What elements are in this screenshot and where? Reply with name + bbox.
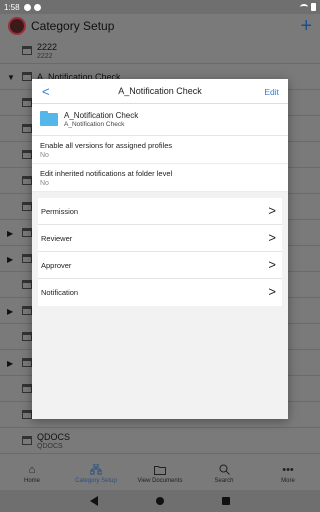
nav-view-documents[interactable]: View Documents [128, 458, 192, 490]
chevron-right-icon: > [268, 284, 276, 299]
category-name: QDOCS [37, 432, 71, 442]
property-edit-inherited-notifications: Edit inherited notifications at folder l… [32, 164, 288, 192]
property-enable-all-versions: Enable all versions for assigned profile… [32, 136, 288, 164]
nav-row-label: Permission [41, 207, 79, 216]
expand-right-icon[interactable]: ▶ [7, 307, 13, 316]
app-logo [8, 17, 26, 35]
expand-right-icon[interactable]: ▶ [7, 255, 13, 264]
settings-nav-list: Permission > Reviewer > Approver > Notif… [38, 198, 282, 306]
nav-label: Home [23, 478, 40, 484]
page-title: Category Setup [31, 19, 115, 33]
category-row[interactable]: 2222 2222 [0, 38, 320, 64]
chevron-right-icon: > [268, 230, 276, 245]
more-icon: ••• [282, 463, 294, 476]
folder-outline-icon [22, 72, 32, 81]
folder-outline-icon [22, 150, 32, 159]
folder-outline-icon [22, 280, 32, 289]
expand-right-icon[interactable]: ▶ [7, 229, 13, 238]
dialog-header: < A_Notification Check Edit [32, 79, 288, 104]
nav-home[interactable]: ⌂ Home [0, 458, 64, 490]
folder-outline-icon [22, 176, 32, 185]
home-icon: ⌂ [28, 463, 36, 476]
expand-down-icon[interactable]: ▼ [7, 73, 15, 82]
category-name: 2222 [37, 42, 58, 52]
nav-row-permission[interactable]: Permission > [38, 198, 282, 225]
folder-outline-icon [22, 332, 32, 341]
edit-button[interactable]: Edit [264, 87, 279, 97]
nav-label: Category Setup [75, 478, 117, 484]
folder-outline-icon [22, 202, 32, 211]
system-back-icon[interactable] [90, 496, 98, 506]
folder-subtitle: A_Notification Check [64, 121, 125, 128]
property-label: Edit inherited notifications at folder l… [40, 169, 173, 178]
category-code: 2222 [37, 53, 53, 60]
back-button[interactable]: < [42, 84, 50, 99]
nav-label: Search [214, 478, 234, 484]
nav-row-label: Reviewer [41, 234, 73, 243]
folder-outline-icon [22, 228, 32, 237]
nav-row-reviewer[interactable]: Reviewer > [38, 225, 282, 252]
app-bar: Category Setup + [0, 14, 320, 38]
property-value: No [40, 180, 49, 187]
property-label: Enable all versions for assigned profile… [40, 141, 173, 150]
system-nav-bar [0, 490, 320, 512]
category-code: QDOCS [37, 443, 63, 450]
chevron-right-icon: > [268, 257, 276, 272]
folder-outline-icon [22, 358, 32, 367]
folder-outline-icon [22, 384, 32, 393]
nav-row-notification[interactable]: Notification > [38, 279, 282, 306]
folder-outline-icon [22, 98, 32, 107]
search-icon [218, 464, 230, 475]
folder-outline-icon [22, 46, 32, 55]
system-recents-icon[interactable] [222, 497, 230, 505]
category-icon [90, 464, 102, 475]
bottom-nav: ⌂ Home Category Setup View Documents Sea… [0, 458, 320, 490]
nav-label: View Documents [137, 478, 183, 484]
nav-label: More [281, 478, 295, 484]
nav-category-setup[interactable]: Category Setup [64, 458, 128, 490]
battery-icon [311, 3, 316, 11]
status-bar: 1:58 [0, 0, 320, 14]
folder-icon [154, 464, 166, 475]
wifi-icon [300, 4, 308, 10]
nav-row-label: Approver [41, 261, 72, 270]
property-value: No [40, 152, 49, 159]
folder-outline-icon [22, 306, 32, 315]
add-button[interactable]: + [300, 16, 312, 36]
category-detail-dialog: < A_Notification Check Edit A_Notificati… [32, 79, 288, 419]
chevron-right-icon: > [268, 203, 276, 218]
folder-outline-icon [22, 254, 32, 263]
folder-outline-icon [22, 124, 32, 133]
folder-icon [40, 111, 58, 126]
system-home-icon[interactable] [156, 497, 164, 505]
folder-outline-icon [22, 436, 32, 445]
status-time: 1:58 [4, 2, 20, 12]
expand-right-icon[interactable]: ▶ [7, 359, 13, 368]
notification-icon [23, 3, 31, 11]
folder-name: A_Notification Check [64, 111, 139, 120]
folder-outline-icon [22, 410, 32, 419]
nav-row-label: Notification [41, 288, 79, 297]
nav-row-approver[interactable]: Approver > [38, 252, 282, 279]
category-row[interactable]: QDOCS QDOCS [0, 428, 320, 454]
nav-search[interactable]: Search [192, 458, 256, 490]
folder-info: A_Notification Check A_Notification Chec… [32, 104, 288, 136]
app-status-icon [33, 3, 41, 11]
nav-more[interactable]: ••• More [256, 458, 320, 490]
dialog-title: A_Notification Check [118, 86, 202, 96]
